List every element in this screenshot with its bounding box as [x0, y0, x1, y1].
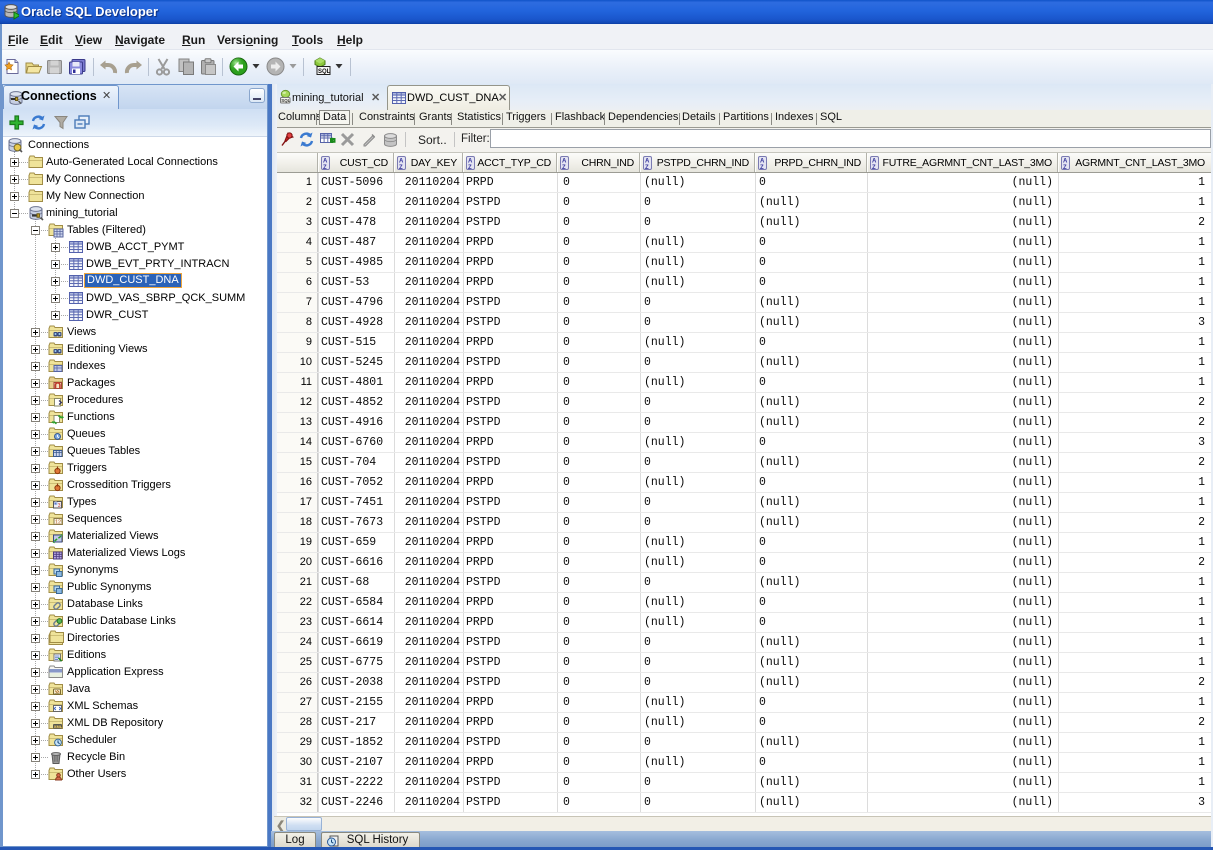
svg-text:Z: Z [760, 165, 764, 171]
svg-text:SQL: SQL [281, 98, 290, 103]
svg-text:3: 3 [58, 503, 61, 509]
svg-text:Z: Z [399, 165, 403, 171]
svg-text:Z: Z [1063, 165, 1067, 171]
svg-text:XML: XML [54, 724, 63, 729]
svg-text:Z: Z [323, 165, 327, 171]
svg-text:12: 12 [55, 520, 61, 526]
svg-text:R: R [54, 500, 57, 505]
svg-text:Z: Z [468, 165, 472, 171]
svg-text:Z: Z [645, 165, 649, 171]
svg-text:Z: Z [872, 165, 876, 171]
svg-text:SQL: SQL [318, 69, 331, 75]
svg-text:Z: Z [562, 165, 566, 171]
